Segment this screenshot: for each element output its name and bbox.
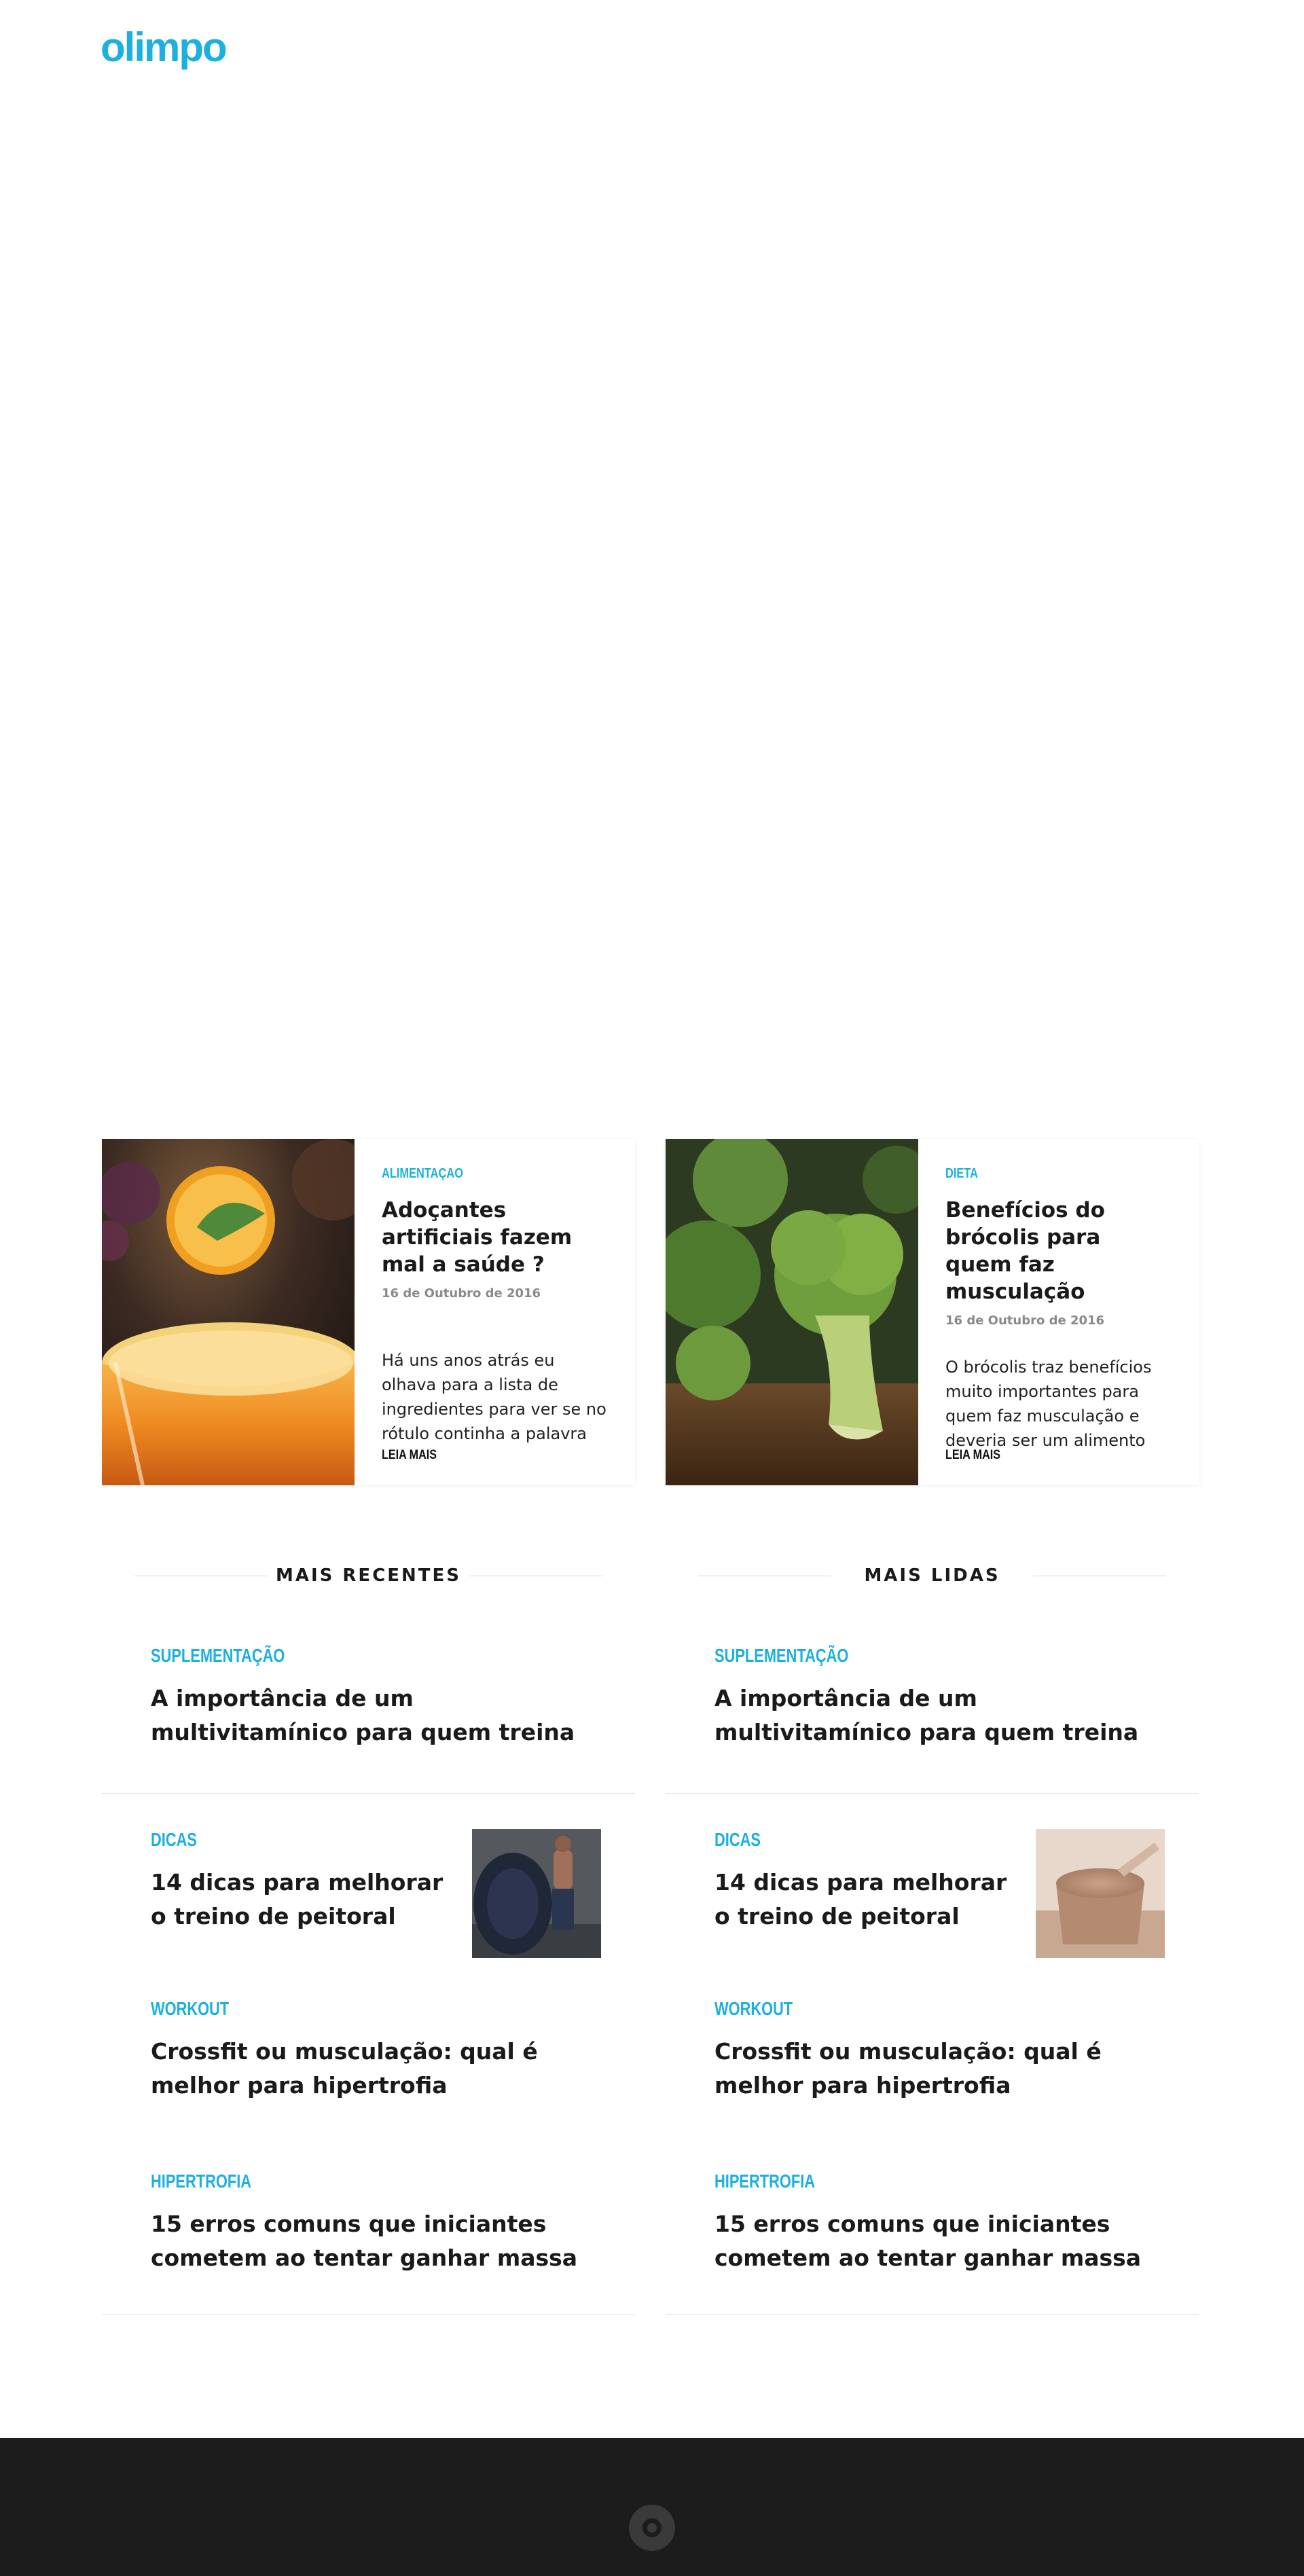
post-category[interactable]: HIPERTROFIA [151, 2171, 251, 2192]
section-title: MAIS RECENTES [275, 1565, 462, 1586]
post-item[interactable]: WORKOUT Crossfit ou musculação: qual é m… [666, 1998, 1199, 2103]
post-item[interactable]: HIPERTROFIA 15 erros comuns que iniciant… [666, 2171, 1199, 2275]
featured-excerpt: Há uns anos atrás eu olhava para a lista… [382, 1351, 606, 1443]
post-category[interactable]: DICAS [714, 1829, 761, 1851]
tire-flip-image [472, 1829, 601, 1958]
read-more-link[interactable]: LEIA MAIS [945, 1448, 1000, 1463]
orange-juice-image [102, 1139, 355, 1485]
broccoli-image [666, 1139, 918, 1485]
featured-image[interactable] [102, 1139, 355, 1485]
divider [102, 1793, 635, 1794]
post-item[interactable]: WORKOUT Crossfit ou musculação: qual é m… [102, 1998, 635, 2103]
post-item[interactable]: HIPERTROFIA 15 erros comuns que iniciant… [102, 2171, 635, 2275]
post-thumbnail[interactable] [1036, 1829, 1165, 1958]
protein-powder-image [1036, 1829, 1165, 1958]
section-heading: MAIS RECENTES [102, 1562, 635, 1589]
post-title[interactable]: 14 dicas para melhorar o treino de peito… [714, 1866, 1013, 1934]
featured-card[interactable]: DIETA Benefícios do brócolis para quem f… [666, 1139, 1199, 1485]
post-title[interactable]: A importância de um multivitamínico para… [151, 1682, 585, 1749]
post-item[interactable]: DICAS 14 dicas para melhorar o treino de… [102, 1829, 635, 1958]
featured-card[interactable]: ALIMENTAÇAO Adoçantes artificiais fazem … [102, 1139, 635, 1485]
section-heading: MAIS LIDAS [666, 1562, 1199, 1589]
logo-text: olimpo [101, 24, 228, 70]
featured-title[interactable]: Benefícios do brócolis para quem faz mus… [945, 1197, 1173, 1305]
featured-category[interactable]: DIETA [945, 1166, 978, 1182]
featured-image[interactable] [666, 1139, 918, 1485]
post-item[interactable]: SUPLEMENTAÇÃO A importância de um multiv… [666, 1645, 1199, 1749]
featured-date: 16 de Outubro de 2016 [382, 1286, 541, 1301]
footer-logo-icon[interactable] [629, 2505, 675, 2551]
post-category[interactable]: SUPLEMENTAÇÃO [714, 1645, 848, 1667]
post-category[interactable]: DICAS [151, 1829, 197, 1851]
post-category[interactable]: WORKOUT [714, 1998, 793, 2020]
post-category[interactable]: WORKOUT [151, 1998, 229, 2020]
recent-posts-section: MAIS RECENTES SUPLEMENTAÇÃO A importânci… [102, 1562, 635, 2315]
post-thumbnail[interactable] [472, 1829, 601, 1958]
post-title[interactable]: A importância de um multivitamínico para… [714, 1682, 1149, 1749]
post-title[interactable]: Crossfit ou musculação: qual é melhor pa… [714, 2035, 1149, 2103]
site-footer [0, 2438, 1304, 2576]
section-title: MAIS LIDAS [864, 1565, 1000, 1586]
featured-excerpt: O brócolis traz benefícios muito importa… [945, 1358, 1152, 1450]
featured-date: 16 de Outubro de 2016 [945, 1313, 1105, 1328]
divider [666, 1793, 1199, 1794]
post-title[interactable]: 14 dicas para melhorar o treino de peito… [151, 1866, 450, 1934]
site-logo[interactable]: olimpo [101, 24, 228, 70]
featured-category[interactable]: ALIMENTAÇAO [382, 1166, 463, 1182]
popular-posts-section: MAIS LIDAS SUPLEMENTAÇÃO A importância d… [666, 1562, 1199, 2315]
post-item[interactable]: DICAS 14 dicas para melhorar o treino de… [666, 1829, 1199, 1958]
post-title[interactable]: Crossfit ou musculação: qual é melhor pa… [151, 2035, 585, 2103]
post-item[interactable]: SUPLEMENTAÇÃO A importância de um multiv… [102, 1645, 635, 1749]
post-category[interactable]: HIPERTROFIA [714, 2171, 815, 2192]
featured-title[interactable]: Adoçantes artificiais fazem mal a saúde … [382, 1197, 609, 1278]
post-title[interactable]: 15 erros comuns que iniciantes cometem a… [151, 2207, 585, 2275]
post-category[interactable]: SUPLEMENTAÇÃO [151, 1645, 285, 1667]
footer-logo-ring [642, 2518, 662, 2537]
post-title[interactable]: 15 erros comuns que iniciantes cometem a… [714, 2207, 1149, 2275]
read-more-link[interactable]: LEIA MAIS [382, 1448, 437, 1463]
